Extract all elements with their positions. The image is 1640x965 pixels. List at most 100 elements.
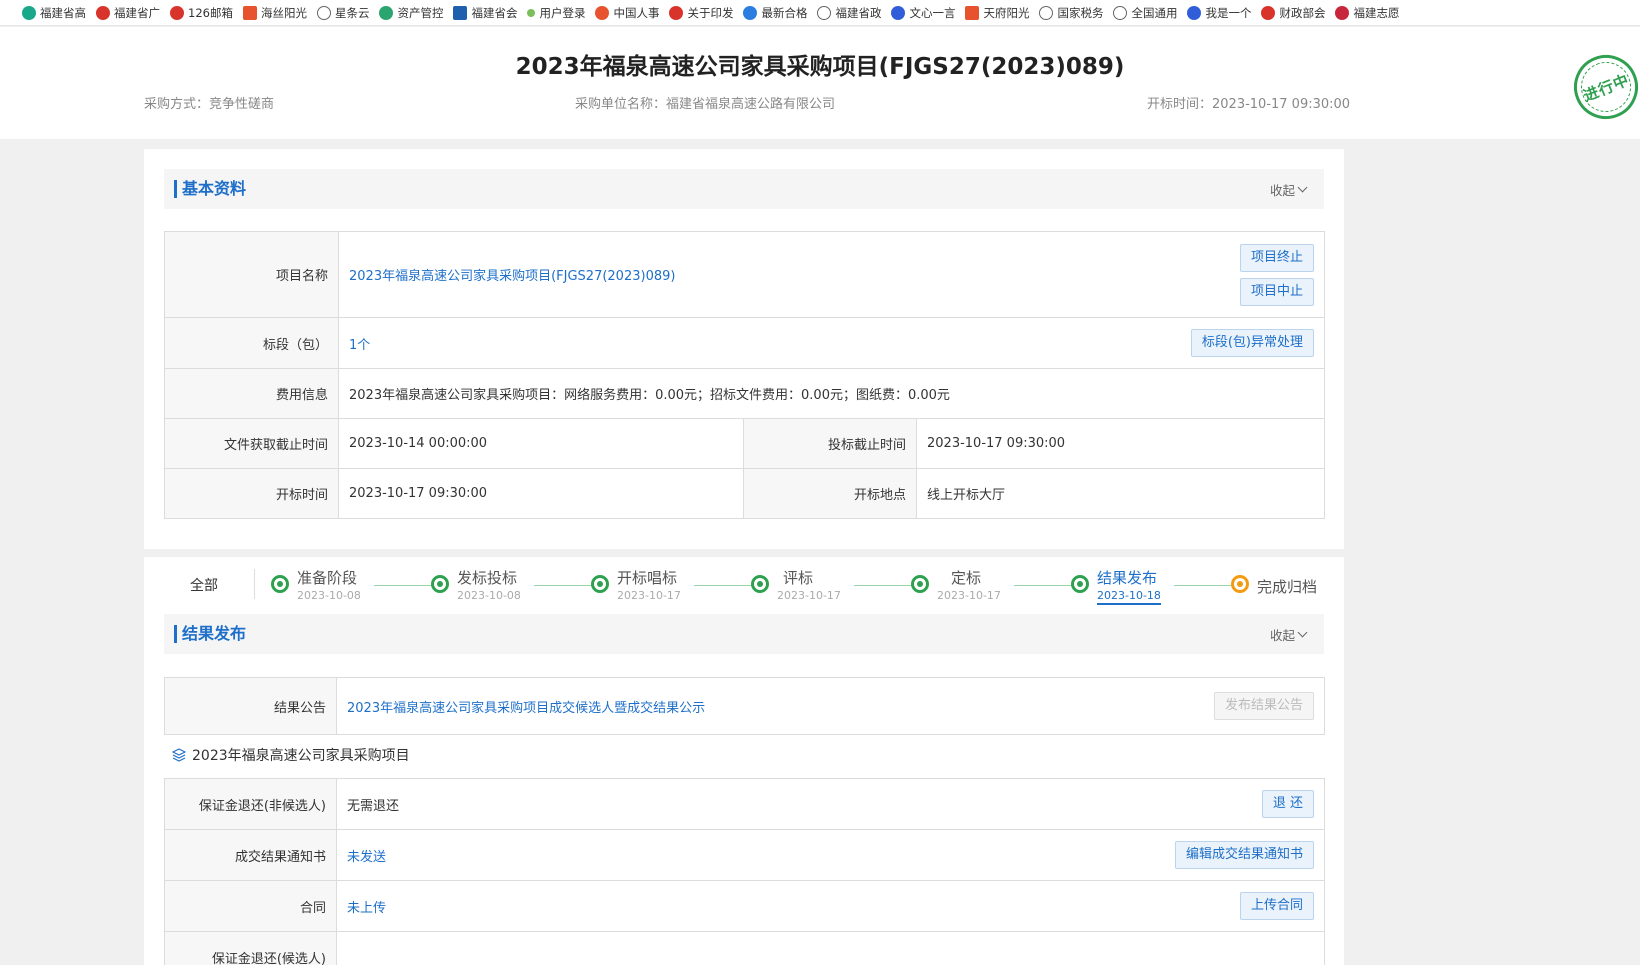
- edit-notice-letter-button[interactable]: 编辑成交结果通知书: [1174, 841, 1314, 869]
- bookmark-icon: [453, 5, 468, 20]
- check-circle-icon: [1071, 575, 1089, 593]
- bookmark[interactable]: 天府阳光: [965, 5, 1029, 21]
- check-circle-icon: [751, 575, 769, 593]
- page-title: 2023年福泉高速公司家具采购项目(FJGS27(2023)089): [515, 54, 1125, 80]
- section-title: 结果发布: [174, 625, 246, 643]
- terminate-project-button[interactable]: 项目终止: [1240, 243, 1315, 272]
- bookmark[interactable]: 我是一个: [1187, 5, 1251, 21]
- bookmark[interactable]: 用户登录: [527, 5, 585, 21]
- bookmark[interactable]: 全国通用: [1113, 5, 1177, 21]
- step-connector: [1174, 585, 1232, 586]
- section-title: 基本资料: [174, 180, 246, 198]
- collapse-toggle[interactable]: 收起: [1270, 180, 1308, 199]
- project-name-label: 项目名称: [164, 231, 339, 318]
- step-connector: [694, 585, 752, 586]
- basic-info-header: 基本资料 收起: [164, 169, 1324, 209]
- globe-icon: [1113, 5, 1128, 20]
- open-time: 开标时间：2023-10-17 09:30:00: [1147, 97, 1351, 112]
- bookmark-icon: [96, 5, 110, 20]
- table-row: 合同 未上传 上传合同: [164, 880, 1325, 932]
- deposit-non-value: 无需退还: [347, 798, 400, 814]
- emblem-icon: [1261, 5, 1276, 20]
- lot-exception-button[interactable]: 标段(包)异常处理: [1190, 329, 1315, 357]
- open-place-label: 开标地点: [743, 468, 917, 519]
- collapse-toggle[interactable]: 收起: [1270, 625, 1308, 644]
- bookmark[interactable]: 财政部会: [1261, 5, 1325, 21]
- bookmarks-bar: 福建省高 福建省广 126邮箱 海丝阳光 星条云 资产管控 福建省会 用户登录 …: [0, 0, 1640, 26]
- pending-circle-icon: [1231, 575, 1249, 593]
- layers-icon: [172, 748, 186, 762]
- table-row: 保证金退还(非候选人) 无需退还 退 还: [164, 778, 1325, 830]
- buyer-name: 采购单位名称：福建省福泉高速公路有限公司: [575, 97, 836, 112]
- table-row: 成交结果通知书 未发送 编辑成交结果通知书: [164, 829, 1325, 881]
- bookmark[interactable]: 中国人事: [595, 5, 659, 21]
- sub-project-title: 2023年福泉高速公司家具采购项目: [172, 745, 410, 765]
- bookmark[interactable]: 星条云: [316, 5, 369, 21]
- check-circle-icon: [271, 575, 289, 593]
- bookmark-icon: [965, 5, 980, 20]
- upload-contract-button[interactable]: 上传合同: [1239, 892, 1314, 920]
- bookmark[interactable]: 文心一言: [891, 5, 955, 21]
- bookmark[interactable]: 福建省高: [22, 5, 86, 21]
- chevron-down-icon: [1297, 182, 1308, 192]
- doc-deadline-value: 2023-10-14 00:00:00: [338, 418, 744, 469]
- table-row: 项目名称 2023年福泉高速公司家具采购项目(FJGS27(2023)089) …: [164, 231, 1326, 318]
- publish-result-button[interactable]: 发布结果公告: [1213, 692, 1314, 720]
- open-place-value: 线上开标大厅: [915, 468, 1326, 519]
- step-connector: [854, 585, 912, 586]
- bid-deadline-label: 投标截止时间: [743, 418, 917, 469]
- project-name-link[interactable]: 2023年福泉高速公司家具采购项目(FJGS27(2023)089): [349, 265, 675, 284]
- table-row: 费用信息 2023年福泉高速公司家具采购项目：网络服务费用：0.00元；招标文件…: [164, 368, 1326, 419]
- bookmark-icon: [595, 5, 610, 20]
- emblem-icon: [669, 5, 684, 20]
- bid-deadline-value: 2023-10-17 09:30:00: [915, 418, 1326, 469]
- suspend-project-button[interactable]: 项目中止: [1240, 277, 1315, 306]
- open-time-label: 开标时间: [164, 468, 339, 519]
- result-notice-table: 结果公告 2023年福泉高速公司家具采购项目成交候选人暨成交结果公示 发布结果公…: [164, 677, 1325, 735]
- progress-steps: 全部 准备阶段 2023-10-08 发标投标 2023-10-08 开标唱标 …: [144, 557, 1344, 609]
- result-notice-label: 结果公告: [164, 677, 337, 735]
- bookmark[interactable]: 福建省政: [817, 5, 881, 21]
- bookmark-icon: [1335, 5, 1350, 20]
- globe-icon: [817, 5, 832, 20]
- table-row: 结果公告 2023年福泉高速公司家具采购项目成交候选人暨成交结果公示 发布结果公…: [164, 677, 1325, 735]
- fee-value: 2023年福泉高速公司家具采购项目：网络服务费用：0.00元；招标文件费用：0.…: [337, 368, 1326, 419]
- bookmark[interactable]: 国家税务: [1039, 5, 1103, 21]
- basic-info-card: 基本资料 收起 项目名称 2023年福泉高速公司家具采购项目(FJGS27(20…: [144, 149, 1344, 549]
- table-row: 文件获取截止时间 2023-10-14 00:00:00 投标截止时间 2023…: [164, 418, 1326, 469]
- contract-status[interactable]: 未上传: [347, 897, 386, 916]
- deposit-cand-label: 保证金退还(候选人): [164, 931, 337, 965]
- bookmark-icon: [527, 8, 536, 17]
- notice-letter-status[interactable]: 未发送: [347, 846, 386, 865]
- check-circle-icon: [591, 575, 609, 593]
- step-all-tab[interactable]: 全部: [190, 575, 218, 595]
- result-notice-link[interactable]: 2023年福泉高速公司家具采购项目成交候选人暨成交结果公示: [347, 697, 705, 716]
- doc-deadline-label: 文件获取截止时间: [164, 418, 339, 469]
- bookmark[interactable]: 福建志愿: [1335, 5, 1399, 21]
- divider: [254, 569, 255, 599]
- bookmark[interactable]: 海丝阳光: [242, 5, 307, 21]
- paw-icon: [1187, 5, 1202, 20]
- procurement-method: 采购方式：竞争性磋商: [144, 97, 275, 112]
- check-circle-icon: [911, 575, 929, 593]
- lot-count-link[interactable]: 1个: [349, 334, 370, 353]
- notice-letter-label: 成交结果通知书: [164, 829, 337, 881]
- check-circle-icon: [431, 575, 449, 593]
- bookmark[interactable]: 福建省会: [453, 5, 517, 21]
- bookmark-icon: [242, 5, 257, 20]
- bookmark-icon: [22, 5, 36, 20]
- refund-button[interactable]: 退 还: [1261, 790, 1314, 818]
- paw-icon: [891, 5, 906, 20]
- bookmark[interactable]: 关于印发: [669, 5, 733, 21]
- table-row: 开标时间 2023-10-17 09:30:00 开标地点 线上开标大厅: [164, 468, 1326, 519]
- bookmark[interactable]: 福建省广: [96, 5, 160, 21]
- bookmark-icon: [170, 5, 184, 20]
- contract-label: 合同: [164, 880, 337, 932]
- bookmark[interactable]: 126邮箱: [170, 5, 233, 21]
- bookmark[interactable]: 资产管控: [379, 5, 443, 21]
- basic-info-table: 项目名称 2023年福泉高速公司家具采购项目(FJGS27(2023)089) …: [164, 231, 1326, 519]
- table-row: 保证金退还(候选人): [164, 931, 1325, 965]
- lot-label: 标段（包）: [164, 317, 339, 369]
- step-connector: [374, 585, 432, 586]
- bookmark[interactable]: 最新合格: [743, 5, 807, 21]
